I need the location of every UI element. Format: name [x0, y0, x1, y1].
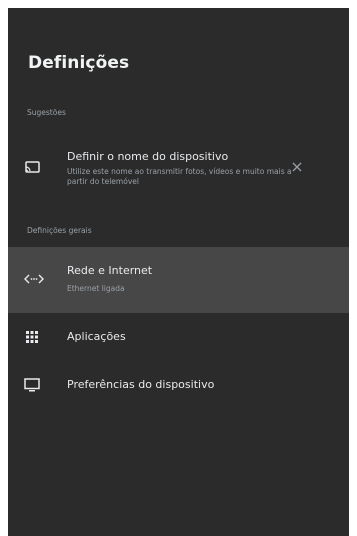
menu-item-description: Ethernet ligada — [67, 284, 125, 293]
menu-item-label: Preferências do dispositivo — [67, 378, 215, 391]
suggestion-description: Utilize este nome ao transmitir fotos, v… — [67, 167, 292, 186]
settings-panel: Definições Sugestões Definir o nome do d… — [8, 8, 349, 536]
section-header-suggestions: Sugestões — [27, 108, 66, 117]
suggestion-label: Definir o nome do dispositivo — [67, 150, 229, 163]
menu-item-label: Aplicações — [67, 330, 126, 343]
menu-item-apps[interactable]: Aplicações — [8, 318, 349, 354]
menu-item-network-internet[interactable]: Rede e Internet Ethernet ligada — [8, 247, 349, 313]
network-icon — [24, 272, 44, 286]
menu-item-device-preferences[interactable]: Preferências do dispositivo — [8, 366, 349, 402]
page-title: Definições — [28, 53, 130, 73]
menu-item-label: Rede e Internet — [67, 264, 153, 277]
close-icon[interactable] — [291, 158, 303, 172]
section-header-general: Definições gerais — [27, 226, 92, 235]
apps-grid-icon — [24, 330, 40, 344]
tv-icon — [24, 378, 40, 392]
cast-icon — [24, 160, 40, 174]
